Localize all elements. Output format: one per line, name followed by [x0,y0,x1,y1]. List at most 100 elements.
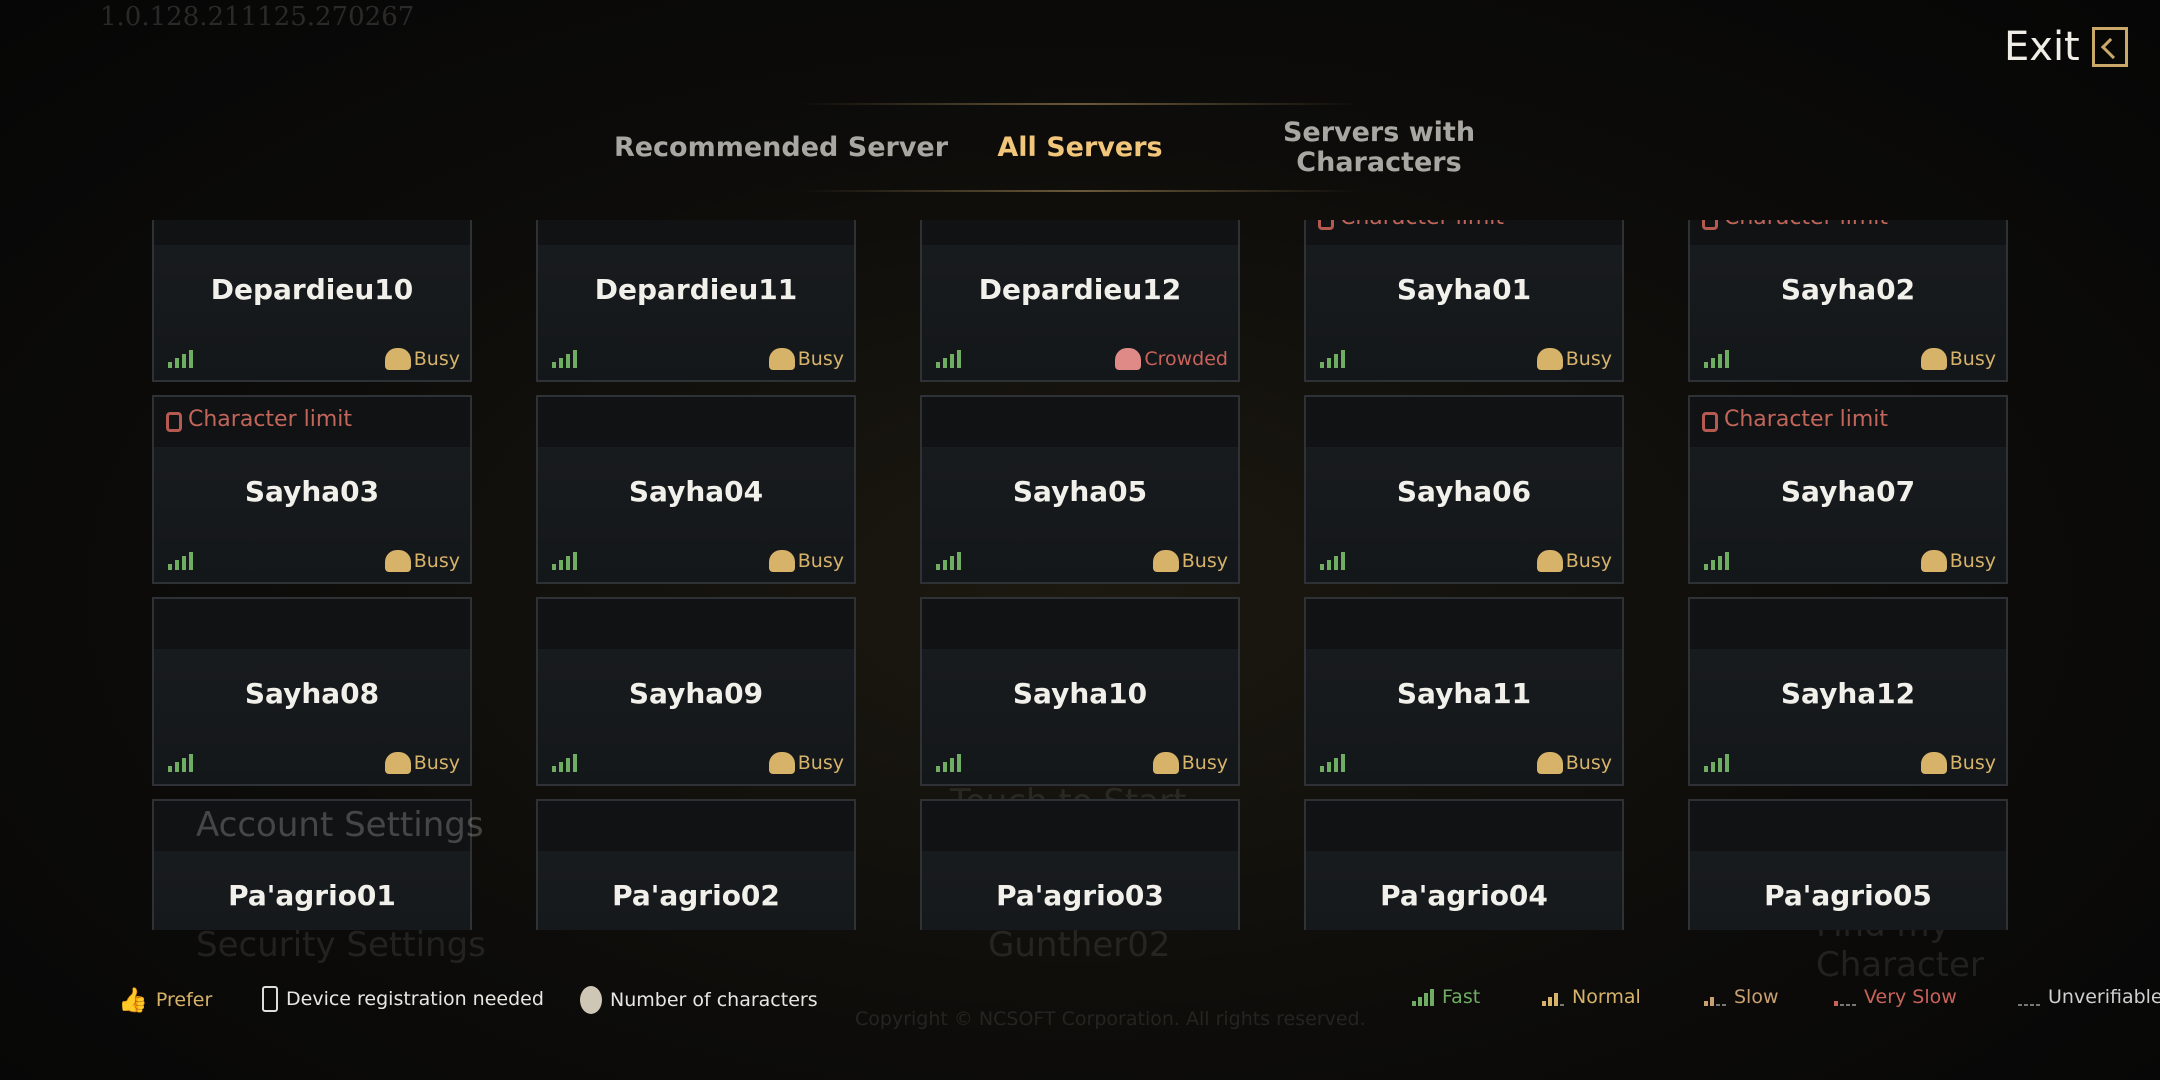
population-icon [384,752,411,774]
version-text: 1.0.128.211125.270267 [100,2,415,32]
server-card[interactable]: Sayha09 Busy [536,597,856,786]
bg-security-settings: Security Settings [196,925,486,965]
lock-icon [1318,220,1334,230]
population-icon [1536,752,1563,774]
exit-label: Exit [2004,24,2080,70]
population-icon [1920,348,1947,370]
server-card[interactable]: Depardieu11 Busy [536,220,856,382]
population-icon [768,550,795,572]
population-icon [1920,752,1947,774]
status-label: Busy [1565,550,1612,572]
tab-all-servers[interactable]: All Servers [997,133,1162,163]
server-card[interactable]: Sayha04 Busy [536,395,856,584]
server-status: Busy [1536,348,1612,370]
server-card[interactable]: Sayha11 Busy [1304,597,1624,786]
legend-prefer-label: Prefer [155,989,213,1011]
server-name: Pa'agrio05 [1764,879,1932,912]
signal-fast-icon [552,350,577,368]
server-card[interactable]: Pa'agrio05 [1688,799,2008,930]
server-status: Busy [1920,752,1996,774]
character-face-icon [580,986,602,1014]
population-icon [1152,752,1179,774]
signal-fast-icon [1704,754,1729,772]
tab-servers-with-characters[interactable]: Servers with Characters [1259,118,1499,178]
thumbs-up-icon: 👍 [118,986,148,1014]
server-name: Sayha12 [1780,677,1916,710]
signal-fast-icon [552,754,577,772]
server-card[interactable]: Sayha06 Busy [1304,395,1624,584]
server-status: Busy [768,752,844,774]
signal-fast-icon [1704,350,1729,368]
population-icon [768,752,795,774]
server-card[interactable]: Sayha10 Busy [920,597,1240,786]
signal-icon [2018,988,2040,1006]
speed-label: Unverifiable [2048,986,2160,1008]
signal-fast-icon [1320,552,1345,570]
bg-copyright: Copyright © NCSOFT Corporation. All righ… [855,1008,1366,1030]
card-header [154,801,470,851]
card-header [922,220,1238,245]
server-card[interactable]: Character limit Sayha03 Busy [152,395,472,584]
server-status: Busy [384,752,460,774]
signal-icon [1412,988,1434,1006]
signal-icon [1834,988,1856,1006]
server-card[interactable]: Depardieu10 Busy [152,220,472,382]
server-card[interactable]: Sayha08 Busy [152,597,472,786]
server-status: Busy [1152,550,1228,572]
server-card[interactable]: Pa'agrio04 [1304,799,1624,930]
legend-characters-label: Number of characters [610,989,818,1011]
signal-fast-icon [168,350,193,368]
server-card[interactable]: Depardieu12 Crowded [920,220,1240,382]
card-header [1306,599,1622,649]
status-label: Busy [413,348,460,370]
population-icon [1115,348,1142,370]
server-card[interactable]: Character limit Sayha01 Busy [1304,220,1624,382]
server-card[interactable]: Pa'agrio02 [536,799,856,930]
status-label: Busy [1949,550,1996,572]
tab-recommended-server[interactable]: Recommended Server [614,133,948,163]
character-limit-label: Character limit [188,407,353,432]
server-status: Busy [384,348,460,370]
server-status: Busy [1920,550,1996,572]
signal-fast-icon [168,754,193,772]
population-icon [384,550,411,572]
card-header [1306,801,1622,851]
legend-speed-fast: Fast [1412,986,1480,1008]
legend-speed-slow: Slow [1704,986,1779,1008]
server-name: Sayha09 [628,677,764,710]
signal-fast-icon [1320,754,1345,772]
server-name: Pa'agrio03 [996,879,1164,912]
server-card[interactable]: Pa'agrio01 [152,799,472,930]
exit-button[interactable]: Exit [2004,24,2128,70]
character-limit-badge: Character limit [1702,220,1888,230]
card-header [922,801,1238,851]
server-list[interactable]: Depardieu10 Busy Depardieu11 Busy Depardieu1… [140,220,2020,930]
signal-fast-icon [936,350,961,368]
legend-speed-very-slow: Very Slow [1834,986,1957,1008]
server-card[interactable]: Character limit Sayha07 Busy [1688,395,2008,584]
server-name: Sayha05 [1012,475,1148,508]
character-limit-badge: Character limit [166,407,352,432]
server-status: Busy [1536,550,1612,572]
legend-device: Device registration needed [262,986,544,1012]
server-card[interactable]: Character limit Sayha02 Busy [1688,220,2008,382]
card-header [154,220,470,245]
signal-fast-icon [1704,552,1729,570]
server-card[interactable]: Sayha05 Busy [920,395,1240,584]
status-label: Busy [1565,752,1612,774]
signal-fast-icon [936,552,961,570]
server-name: Sayha10 [1012,677,1148,710]
lock-icon [1702,411,1718,432]
server-name: Pa'agrio01 [228,879,396,912]
character-limit-badge: Character limit [1702,407,1888,432]
server-name: Pa'agrio04 [1380,879,1548,912]
card-header [922,599,1238,649]
server-card[interactable]: Sayha12 Busy [1688,597,2008,786]
server-name: Pa'agrio02 [612,879,780,912]
card-header [922,397,1238,447]
status-label: Busy [1949,348,1996,370]
server-card[interactable]: Pa'agrio03 [920,799,1240,930]
server-name: Depardieu11 [594,273,798,306]
legend-prefer: 👍 Prefer [118,986,212,1014]
card-header [1690,599,2006,649]
